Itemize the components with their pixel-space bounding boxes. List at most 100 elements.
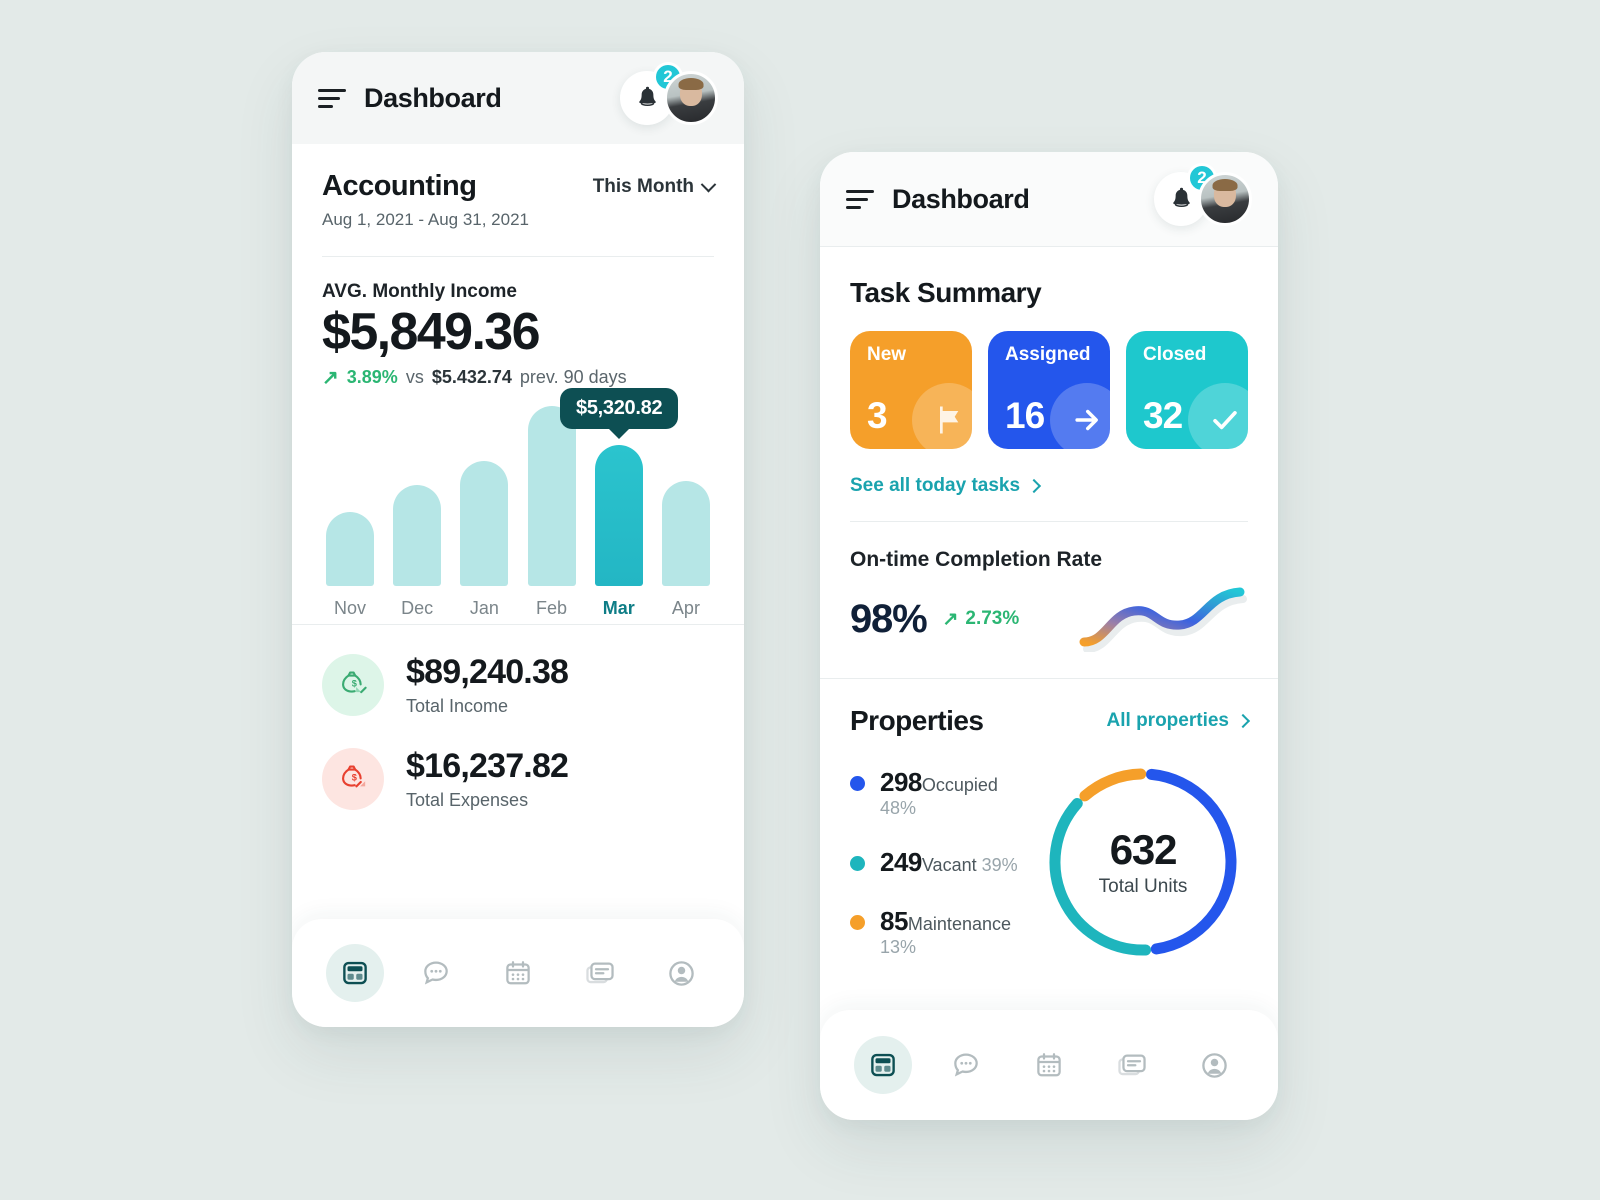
nav-item-profile[interactable] (652, 944, 710, 1002)
bar-column[interactable] (661, 406, 710, 587)
bar-column[interactable] (460, 406, 509, 587)
total-income-amount: $89,240.38 (406, 653, 569, 692)
money-bag-in-icon: $ (322, 654, 384, 717)
task-card-label: New (867, 344, 907, 365)
trend-up-icon: ↗ (322, 366, 339, 389)
completion-sparkline (1079, 587, 1247, 652)
top-bar-actions: 2 (620, 62, 718, 125)
dashboard-icon (868, 1050, 898, 1080)
nav-item-messages[interactable] (571, 944, 629, 1002)
bar-column[interactable] (527, 406, 576, 587)
legend-count: 85 (880, 905, 908, 936)
legend-percent: 48% (880, 797, 917, 818)
properties-card: Properties All properties 298Occupied 48… (820, 679, 1278, 965)
bar-label: Feb (536, 598, 568, 619)
top-bar: Dashboard 2 (292, 52, 744, 144)
totals-section: $ $89,240.38 Total Income $ $16,237.82 T… (292, 625, 744, 820)
all-properties-label: All properties (1106, 710, 1229, 731)
divider (322, 256, 714, 257)
chat-icon (420, 957, 452, 989)
task-card-value: 3 (867, 395, 888, 436)
svg-text:$: $ (352, 773, 357, 783)
chart-x-labels: Nov Dec Jan Feb Mar Apr (322, 598, 714, 619)
task-summary-card: Task Summary New 3 Assigned 16 Closed 32 See … (820, 247, 1278, 652)
divider (850, 521, 1248, 522)
task-card-assigned[interactable]: Assigned 16 (988, 331, 1110, 449)
bell-icon (638, 86, 656, 106)
bar-label: Mar (602, 598, 635, 619)
properties-title: Properties (850, 705, 984, 736)
legend-percent: 13% (880, 936, 917, 957)
dashboard-icon (340, 958, 370, 988)
nav-item-profile[interactable] (1186, 1036, 1244, 1094)
bell-icon (1172, 187, 1190, 207)
total-expenses-label: Total Expenses (406, 790, 529, 811)
chart-bars (322, 406, 714, 587)
profile-icon (666, 958, 697, 989)
avatar[interactable] (1198, 172, 1252, 226)
delta-percent: 3.89% (346, 367, 398, 388)
see-all-tasks-link[interactable]: See all today tasks (850, 475, 1042, 497)
check-icon (1188, 383, 1248, 449)
bar-column[interactable] (326, 406, 374, 587)
period-selector[interactable]: This Month (593, 176, 717, 198)
income-amount: $5,849.36 (322, 303, 541, 361)
nav-item-calendar[interactable] (489, 944, 547, 1002)
legend-item[interactable]: 298Occupied 48% (850, 767, 1032, 819)
nav-item-chat[interactable] (407, 944, 465, 1002)
task-card-new[interactable]: New 3 (850, 331, 972, 449)
bar-label: Dec (401, 598, 434, 619)
legend-item[interactable]: 85Maintenance 13% (850, 906, 1032, 958)
bar (527, 406, 576, 587)
task-summary-title: Task Summary (850, 277, 1042, 308)
chart-tooltip: $5,320.82 (560, 387, 679, 429)
phone-tasks: Dashboard 2 Task Summary New 3 Assigned 16 C… (820, 152, 1278, 1120)
task-card-value: 16 (1005, 395, 1045, 436)
donut-center: 632 Total Units (1040, 759, 1246, 965)
task-card-label: Assigned (1005, 344, 1091, 365)
income-label: AVG. Monthly Income (322, 281, 517, 302)
total-income-row[interactable]: $ $89,240.38 Total Income (322, 653, 714, 717)
legend-item[interactable]: 249Vacant 39% (850, 847, 1032, 878)
hamburger-menu-icon[interactable] (846, 189, 874, 209)
accounting-header: Accounting Aug 1, 2021 - Aug 31, 2021 Th… (322, 144, 717, 230)
bottom-navigation (820, 1010, 1278, 1120)
hamburger-menu-icon[interactable] (318, 88, 346, 108)
total-expenses-row[interactable]: $ $16,237.82 Total Expenses (322, 747, 714, 811)
legend-dot (850, 855, 865, 871)
completion-rate-value: 98% (850, 596, 928, 641)
task-cards: New 3 Assigned 16 Closed 32 (850, 331, 1248, 449)
nav-item-dashboard[interactable] (854, 1036, 913, 1094)
page-title: Dashboard (364, 82, 502, 113)
nav-item-dashboard[interactable] (325, 944, 384, 1002)
top-bar: Dashboard 2 (820, 152, 1278, 246)
bar (460, 461, 509, 587)
nav-item-calendar[interactable] (1020, 1036, 1078, 1094)
bar (661, 480, 710, 587)
bar-label: Apr (671, 598, 700, 619)
properties-legend: 298Occupied 48% 249Vacant 39% 85Maintenanc… (850, 767, 1032, 958)
delta-vs: vs (405, 367, 424, 388)
phone-accounting: Dashboard 2 Accounting Aug 1, 2021 - Aug (292, 52, 744, 1027)
properties-header: Properties All properties (850, 705, 1251, 737)
bar-label: Nov (333, 598, 366, 619)
completion-rate-delta-value: 2.73% (965, 608, 1020, 629)
arrow-right-icon (1050, 383, 1110, 449)
total-expenses-amount: $16,237.82 (406, 747, 569, 786)
messages-icon (584, 957, 616, 989)
nav-item-chat[interactable] (937, 1036, 995, 1094)
svg-text:$: $ (352, 679, 357, 689)
completion-rate-title: On-time Completion Rate (850, 548, 1103, 571)
accounting-card: Accounting Aug 1, 2021 - Aug 31, 2021 Th… (292, 144, 744, 625)
chevron-right-icon (1235, 713, 1251, 729)
total-units-value: 632 (1109, 826, 1178, 873)
bar-column[interactable] (393, 406, 442, 587)
bottom-navigation (292, 919, 744, 1027)
nav-item-messages[interactable] (1103, 1036, 1161, 1094)
avatar[interactable] (664, 71, 718, 125)
properties-body: 298Occupied 48% 249Vacant 39% 85Maintenanc… (850, 759, 1248, 965)
date-range: Aug 1, 2021 - Aug 31, 2021 (322, 210, 530, 229)
all-properties-link[interactable]: All properties (1106, 710, 1251, 732)
see-all-tasks-label: See all today tasks (850, 475, 1021, 496)
task-card-closed[interactable]: Closed 32 (1126, 331, 1248, 449)
